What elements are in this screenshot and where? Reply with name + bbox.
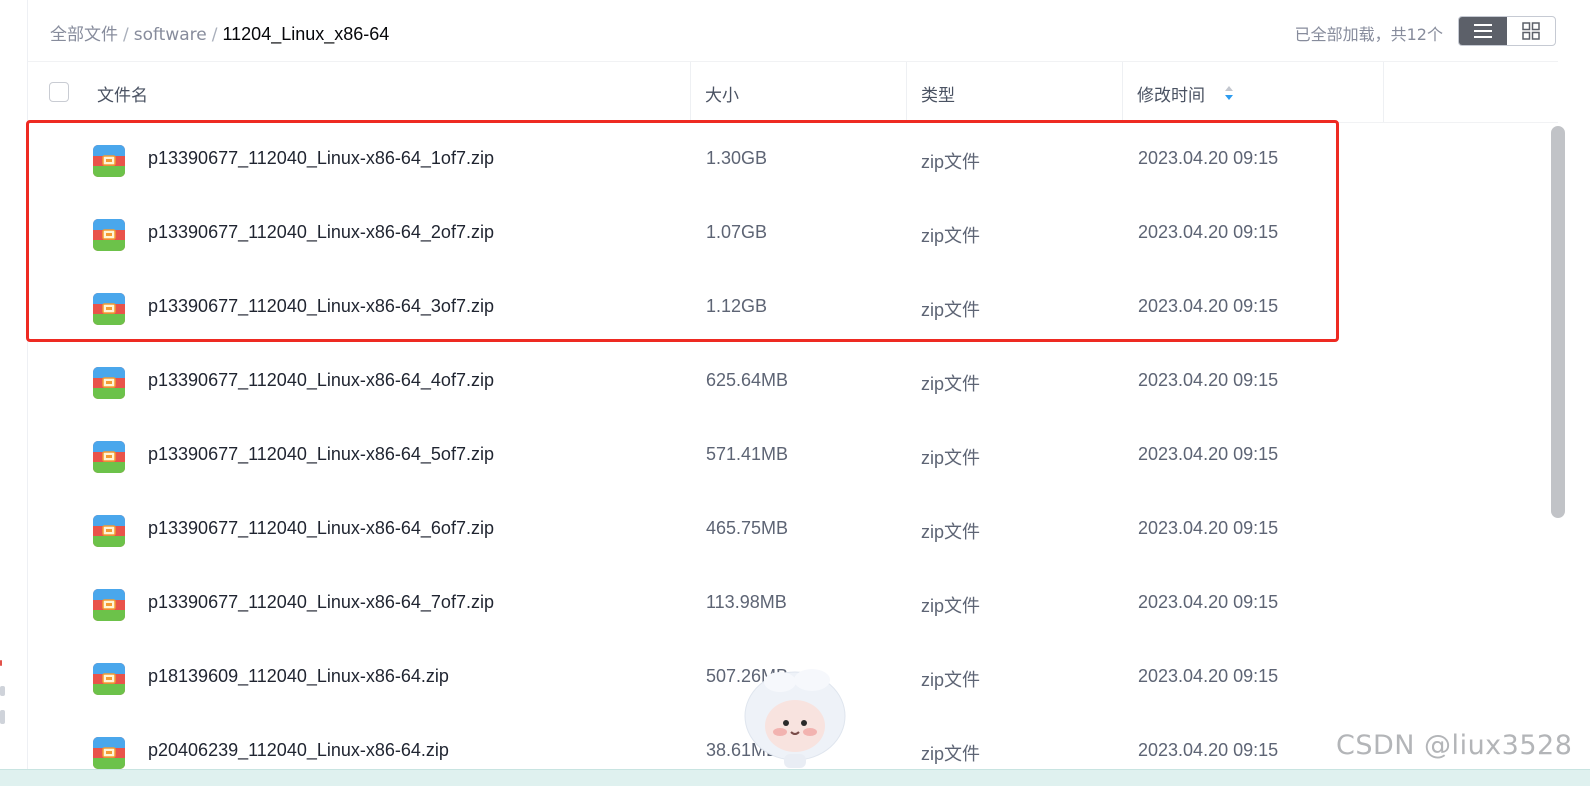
file-row[interactable]: p13390677_112040_Linux-x86-64_7of7.zip 11… xyxy=(28,567,1548,641)
file-name[interactable]: p13390677_112040_Linux-x86-64_3of7.zip xyxy=(148,296,494,317)
file-name[interactable]: p13390677_112040_Linux-x86-64_7of7.zip xyxy=(148,592,494,613)
file-name[interactable]: p13390677_112040_Linux-x86-64_1of7.zip xyxy=(148,148,494,169)
mascot-sticker xyxy=(744,669,846,768)
file-size: 113.98MB xyxy=(706,592,787,612)
column-header-name[interactable]: 文件名 xyxy=(97,81,148,106)
zip-archive-icon xyxy=(93,441,125,473)
file-modified-time: 2023.04.20 09:15 xyxy=(1138,592,1279,612)
file-type: zip文件 xyxy=(921,744,981,764)
file-type: zip文件 xyxy=(921,152,981,172)
file-type: zip文件 xyxy=(921,522,981,542)
file-modified-time: 2023.04.20 09:15 xyxy=(1138,222,1279,242)
breadcrumb-separator: / xyxy=(123,25,129,45)
column-divider xyxy=(1122,62,1123,122)
file-type: zip文件 xyxy=(921,226,981,246)
column-divider xyxy=(690,62,691,122)
file-row[interactable]: p13390677_112040_Linux-x86-64_3of7.zip 1.… xyxy=(28,271,1548,345)
file-modified-time: 2023.04.20 09:15 xyxy=(1138,296,1279,316)
file-name[interactable]: p13390677_112040_Linux-x86-64_2of7.zip xyxy=(148,222,494,243)
zip-archive-icon xyxy=(93,145,125,177)
file-row[interactable]: p13390677_112040_Linux-x86-64_4of7.zip 62… xyxy=(28,345,1548,419)
list-view-button[interactable] xyxy=(1459,17,1507,45)
select-all-checkbox[interactable] xyxy=(49,82,69,102)
file-modified-time: 2023.04.20 09:15 xyxy=(1138,370,1279,390)
file-type: zip文件 xyxy=(921,596,981,616)
column-header-size[interactable]: 大小 xyxy=(705,81,739,106)
grid-view-button[interactable] xyxy=(1507,17,1555,45)
zip-archive-icon xyxy=(93,589,125,621)
column-header-type[interactable]: 类型 xyxy=(921,81,955,106)
scrollbar-thumb[interactable] xyxy=(1551,126,1565,518)
file-name[interactable]: p13390677_112040_Linux-x86-64_6of7.zip xyxy=(148,518,494,539)
file-modified-time: 2023.04.20 09:15 xyxy=(1138,740,1279,760)
file-row[interactable]: p13390677_112040_Linux-x86-64_1of7.zip 1.… xyxy=(28,123,1548,197)
column-divider xyxy=(906,62,907,122)
csdn-watermark: CSDN @liux3528 xyxy=(1336,730,1573,761)
column-header-modified[interactable]: 修改时间 xyxy=(1137,81,1205,106)
breadcrumb-all-files[interactable]: 全部文件 xyxy=(50,25,118,45)
breadcrumb-current-folder: 11204_Linux_x86-64 xyxy=(222,24,390,44)
zip-archive-icon xyxy=(93,293,125,325)
file-size: 625.64MB xyxy=(706,370,789,390)
left-edge-fragment xyxy=(0,660,10,740)
bottom-bar xyxy=(0,769,1590,786)
column-divider xyxy=(1383,62,1384,122)
breadcrumb: 全部文件 / software/11204_Linux_x86-64 xyxy=(50,20,389,45)
file-browser: 全部文件 / software/11204_Linux_x86-64 已全部加载，共… xyxy=(0,0,1590,786)
file-size: 1.30GB xyxy=(706,148,768,168)
file-type: zip文件 xyxy=(921,670,981,690)
grid-view-icon xyxy=(1522,22,1540,40)
file-size: 1.12GB xyxy=(706,296,768,316)
file-row[interactable]: p13390677_112040_Linux-x86-64_5of7.zip 57… xyxy=(28,419,1548,493)
zip-archive-icon xyxy=(93,515,125,547)
file-type: zip文件 xyxy=(921,374,981,394)
table-header: 文件名 大小 类型 修改时间 xyxy=(28,61,1558,123)
sort-icon[interactable] xyxy=(1224,85,1234,101)
zip-archive-icon xyxy=(93,219,125,251)
file-modified-time: 2023.04.20 09:15 xyxy=(1138,666,1279,686)
header-bar: 全部文件 / software/11204_Linux_x86-64 已全部加载，共… xyxy=(28,0,1558,60)
view-toggle xyxy=(1458,16,1556,46)
file-type: zip文件 xyxy=(921,448,981,468)
file-size: 571.41MB xyxy=(706,444,789,464)
zip-archive-icon xyxy=(93,367,125,399)
file-size: 465.75MB xyxy=(706,518,789,538)
breadcrumb-separator: / xyxy=(211,25,218,45)
file-name[interactable]: p13390677_112040_Linux-x86-64_5of7.zip xyxy=(148,444,494,465)
load-status-text: 已全部加载，共12个 xyxy=(1294,25,1443,44)
file-row[interactable]: p13390677_112040_Linux-x86-64_6of7.zip 46… xyxy=(28,493,1548,567)
file-size: 1.07GB xyxy=(706,222,768,242)
file-row[interactable]: p13390677_112040_Linux-x86-64_2of7.zip 1.… xyxy=(28,197,1548,271)
file-type: zip文件 xyxy=(921,300,981,320)
file-name[interactable]: p13390677_112040_Linux-x86-64_4of7.zip xyxy=(148,370,494,391)
file-modified-time: 2023.04.20 09:15 xyxy=(1138,518,1279,538)
list-view-icon xyxy=(1474,24,1492,38)
file-modified-time: 2023.04.20 09:15 xyxy=(1138,444,1279,464)
file-name[interactable]: p20406239_112040_Linux-x86-64.zip xyxy=(148,740,449,761)
zip-archive-icon xyxy=(93,737,125,769)
zip-archive-icon xyxy=(93,663,125,695)
breadcrumb-software[interactable]: software xyxy=(134,25,207,45)
file-name[interactable]: p18139609_112040_Linux-x86-64.zip xyxy=(148,666,449,687)
file-modified-time: 2023.04.20 09:15 xyxy=(1138,148,1279,168)
